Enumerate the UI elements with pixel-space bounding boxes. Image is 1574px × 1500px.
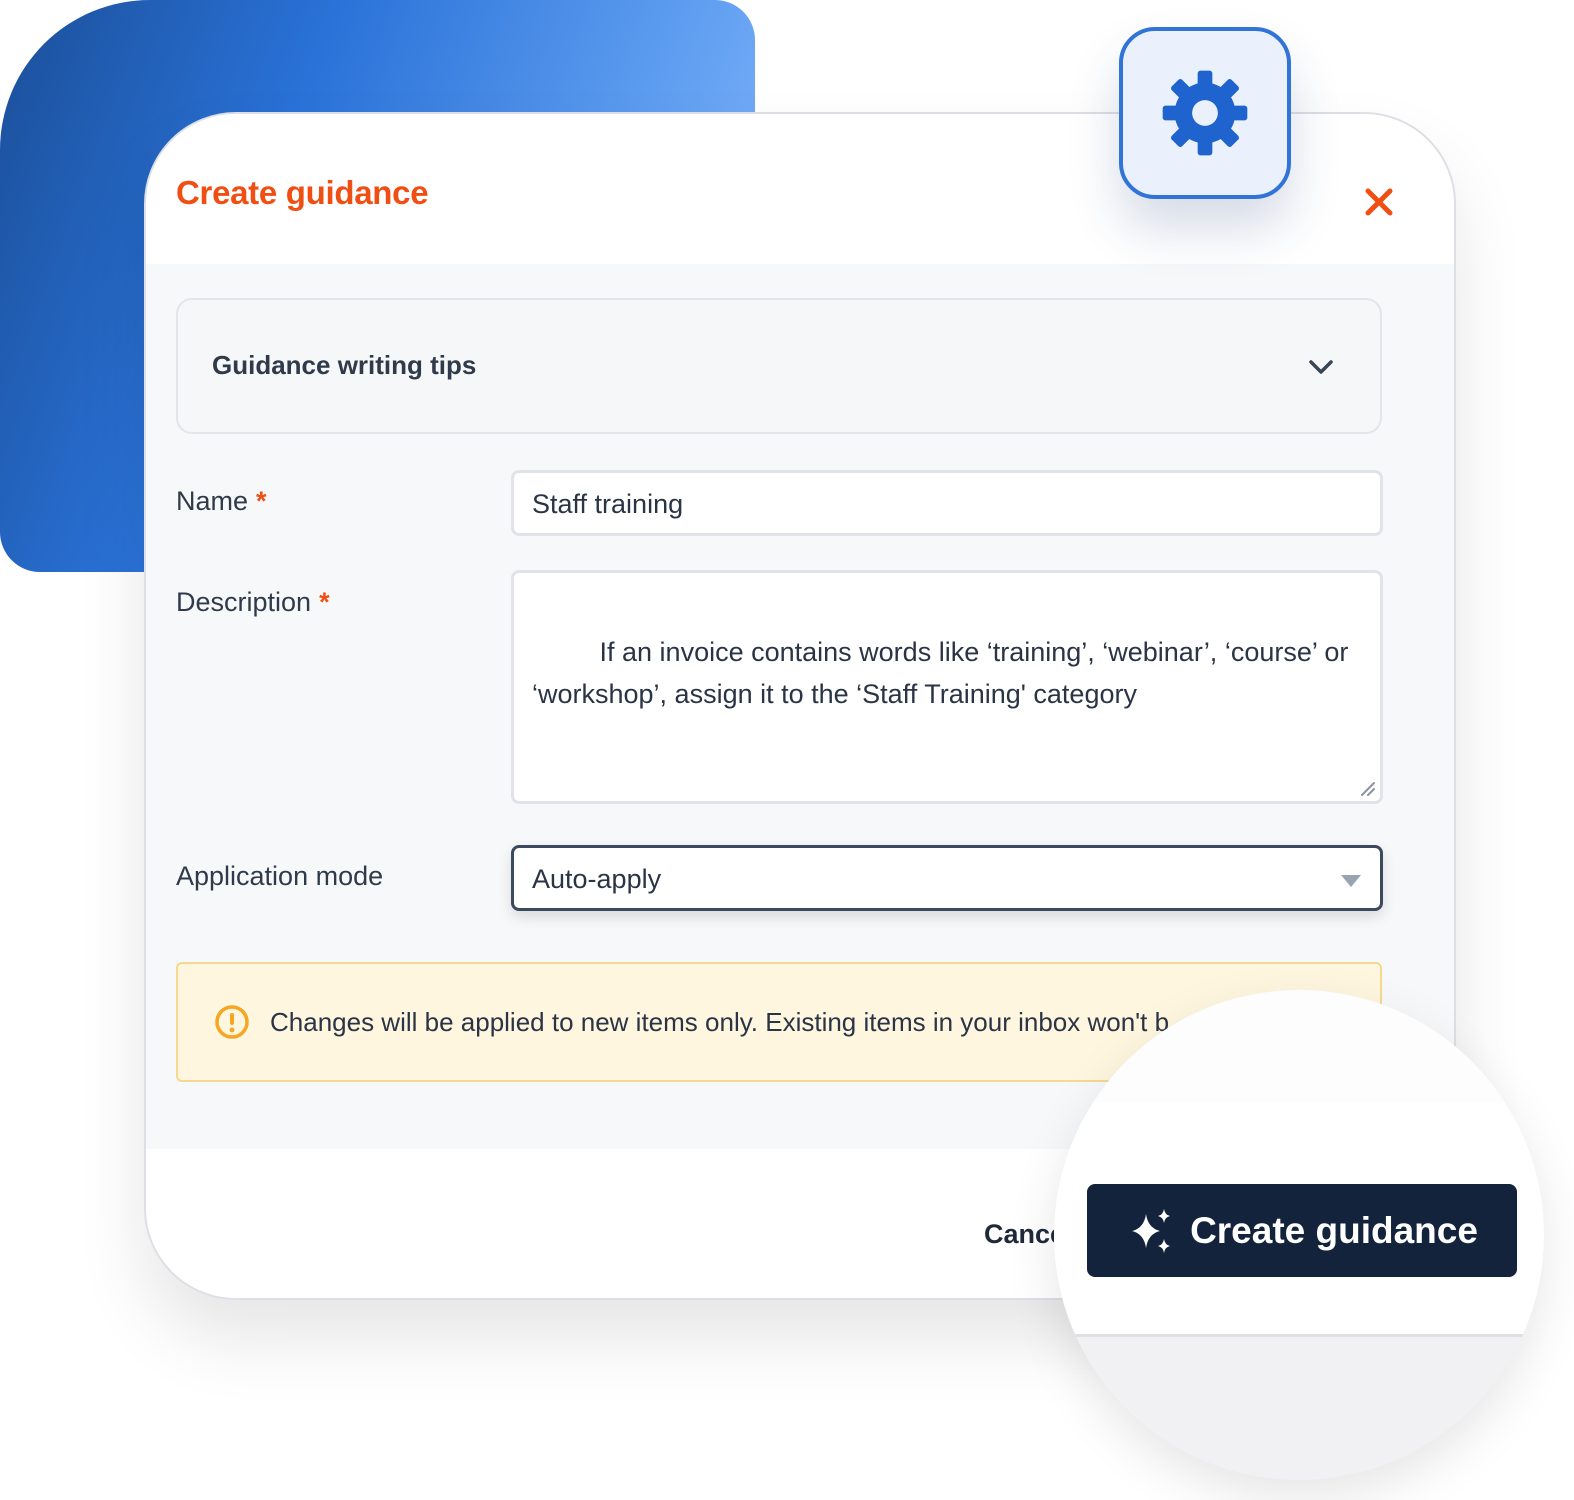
name-label-text: Name bbox=[176, 486, 249, 516]
create-guidance-button[interactable]: Create guidance bbox=[1087, 1184, 1517, 1277]
caret-down-icon bbox=[1341, 875, 1361, 887]
description-value: If an invoice contains words like ‘train… bbox=[532, 637, 1356, 709]
name-label: Name * bbox=[176, 486, 267, 517]
stage: Create guidance Guidance writing tips Na… bbox=[0, 0, 1574, 1500]
tips-label: Guidance writing tips bbox=[212, 350, 477, 380]
sparkles-icon bbox=[1126, 1206, 1176, 1256]
close-icon bbox=[1365, 188, 1393, 216]
description-label: Description * bbox=[176, 587, 330, 618]
settings-badge bbox=[1119, 27, 1291, 199]
notice-text: Changes will be applied to new items onl… bbox=[270, 1007, 1170, 1037]
close-button[interactable] bbox=[1351, 174, 1407, 230]
create-guidance-label: Create guidance bbox=[1190, 1209, 1478, 1251]
application-mode-value: Auto-apply bbox=[532, 864, 662, 894]
application-mode-label: Application mode bbox=[176, 861, 384, 891]
warning-icon bbox=[215, 1005, 249, 1039]
chevron-down-icon bbox=[1309, 360, 1333, 374]
name-required-mark: * bbox=[256, 486, 267, 516]
description-label-text: Description bbox=[176, 587, 312, 617]
modal-title: Create guidance bbox=[176, 174, 429, 211]
application-mode-select[interactable]: Auto-apply bbox=[511, 845, 1383, 911]
name-input[interactable]: Staff training bbox=[511, 470, 1383, 536]
magnifier-zoom: Create guidance bbox=[1054, 990, 1544, 1480]
description-textarea[interactable]: If an invoice contains words like ‘train… bbox=[511, 570, 1383, 804]
magnifier-top bbox=[1054, 990, 1544, 1102]
guidance-tips-accordion[interactable]: Guidance writing tips bbox=[176, 298, 1382, 434]
resize-handle-icon[interactable] bbox=[1358, 779, 1376, 797]
gear-icon bbox=[1162, 70, 1248, 156]
description-required-mark: * bbox=[319, 587, 330, 617]
